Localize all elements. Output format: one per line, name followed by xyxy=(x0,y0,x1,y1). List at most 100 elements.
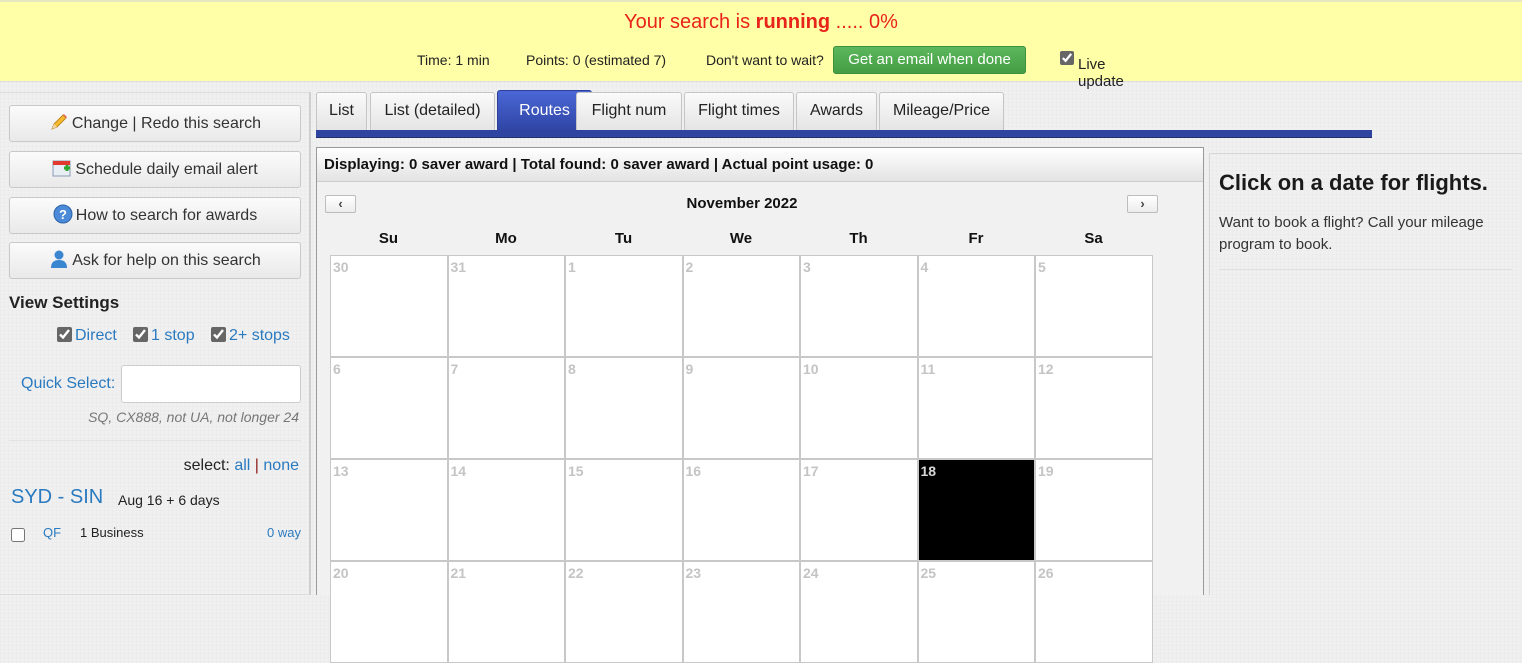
weekday-label: Th xyxy=(849,230,868,247)
calendar-day[interactable]: 7 xyxy=(447,357,565,459)
filter-2-plus-stops[interactable]: 2+ stops xyxy=(211,327,290,345)
calendar-day[interactable]: 20 xyxy=(330,561,448,663)
calendar-day[interactable]: 5 xyxy=(1035,255,1153,357)
status-word: running xyxy=(755,11,831,33)
status-row: Time: 1 min Points: 0 (estimated 7) Don'… xyxy=(0,46,1522,90)
tab-underline-bar xyxy=(316,130,1372,138)
calendar-day[interactable]: 1 xyxy=(565,255,683,357)
airline-link[interactable]: QF xyxy=(43,525,61,540)
cabin-class: 1 Business xyxy=(80,525,144,540)
schedule-email-alert-button[interactable]: Schedule daily email alert xyxy=(9,151,301,188)
email-when-done-button[interactable]: Get an email when done xyxy=(833,46,1026,74)
how-to-search-button[interactable]: ? How to search for awards xyxy=(9,197,301,234)
calendar-day[interactable]: 9 xyxy=(682,357,800,459)
day-number: 9 xyxy=(685,361,694,377)
filter-1-stop[interactable]: 1 stop xyxy=(133,327,195,345)
calendar-day[interactable]: 23 xyxy=(682,561,800,663)
status-progress: ..... 0% xyxy=(830,11,898,33)
calendar-day[interactable]: 13 xyxy=(330,459,448,561)
day-number: 10 xyxy=(803,361,819,377)
chevron-right-icon: › xyxy=(1140,196,1145,211)
calendar-day[interactable]: 2 xyxy=(682,255,800,357)
calendar-day[interactable]: 6 xyxy=(330,357,448,459)
calendar-day[interactable]: 30 xyxy=(330,255,448,357)
calendar-day[interactable]: 25 xyxy=(917,561,1035,663)
sidebar: Change | Redo this search Schedule daily… xyxy=(0,92,311,595)
tab-awards[interactable]: Awards xyxy=(796,92,877,131)
calendar-day[interactable]: 11 xyxy=(917,357,1035,459)
calendar-day[interactable]: 19 xyxy=(1035,459,1153,561)
calendar-day[interactable]: 26 xyxy=(1035,561,1153,663)
day-number: 19 xyxy=(1038,463,1054,479)
info-text: Want to book a flight? Call your mileage… xyxy=(1219,214,1484,253)
divider xyxy=(1219,269,1512,270)
calendar-day[interactable]: 31 xyxy=(447,255,565,357)
live-update-toggle[interactable]: Live update xyxy=(1060,50,1124,90)
day-number: 3 xyxy=(803,259,811,275)
weekday-label: Sa xyxy=(1084,230,1103,247)
user-icon xyxy=(49,247,69,268)
day-number: 31 xyxy=(450,259,467,275)
direct-checkbox[interactable] xyxy=(57,327,72,342)
select-none-link[interactable]: none xyxy=(263,457,299,474)
live-update-label: Live update xyxy=(1078,56,1124,90)
month-title: November 2022 xyxy=(686,195,798,212)
calendar-day[interactable]: 21 xyxy=(447,561,565,663)
day-number: 6 xyxy=(333,361,341,377)
view-settings-heading: View Settings xyxy=(9,293,120,312)
day-number: 13 xyxy=(333,463,349,479)
calendar-day[interactable]: 22 xyxy=(565,561,683,663)
select-label: select: xyxy=(183,457,230,474)
day-number: 2 xyxy=(685,259,694,275)
calendar-day[interactable]: 10 xyxy=(800,357,918,459)
live-update-checkbox[interactable] xyxy=(1060,51,1074,65)
calendar-day[interactable]: 17 xyxy=(800,459,918,561)
calendar-day[interactable]: 18 xyxy=(917,459,1035,561)
quick-select-input[interactable] xyxy=(121,365,301,403)
calendar-day[interactable]: 14 xyxy=(447,459,565,561)
day-number: 12 xyxy=(1038,361,1054,377)
tab-flight-times[interactable]: Flight times xyxy=(684,92,794,131)
tab-list[interactable]: List xyxy=(316,92,367,131)
weekday-label: Su xyxy=(378,230,399,247)
info-panel: Click on a date for flights. Want to boo… xyxy=(1209,153,1522,595)
quick-select-label: Quick Select: xyxy=(21,375,116,392)
flight-checkbox[interactable] xyxy=(11,528,25,542)
day-number: 7 xyxy=(450,361,459,377)
calendar-day[interactable]: 24 xyxy=(800,561,918,663)
day-number: 21 xyxy=(450,565,467,581)
calendar-day[interactable]: 4 xyxy=(917,255,1035,357)
tab-flight-num[interactable]: Flight num xyxy=(576,92,682,131)
calendar-day[interactable]: 15 xyxy=(565,459,683,561)
button-label: How to search for awards xyxy=(75,207,258,224)
next-month-button[interactable]: › xyxy=(1127,195,1158,213)
results-summary: Displaying: 0 saver award | Total found:… xyxy=(317,148,1203,182)
button-label: Change | Redo this search xyxy=(71,115,262,132)
elapsed-time: Time: 1 min xyxy=(417,52,490,68)
two-plus-stops-checkbox[interactable] xyxy=(211,327,226,342)
tab-mileage-price[interactable]: Mileage/Price xyxy=(879,92,1004,131)
filter-label: Direct xyxy=(75,327,117,344)
filter-label: 2+ stops xyxy=(229,327,290,344)
day-number: 15 xyxy=(568,463,584,479)
tab-list-detailed[interactable]: List (detailed) xyxy=(370,92,495,131)
calendar-day[interactable]: 12 xyxy=(1035,357,1153,459)
calendar-day[interactable]: 16 xyxy=(682,459,800,561)
calendar-day[interactable]: 8 xyxy=(565,357,683,459)
calendar-day[interactable]: 3 xyxy=(800,255,918,357)
filter-direct[interactable]: Direct xyxy=(57,327,117,345)
route-title[interactable]: SYD - SIN xyxy=(11,486,103,509)
change-redo-search-button[interactable]: Change | Redo this search xyxy=(9,105,301,142)
day-number: 1 xyxy=(568,259,576,275)
status-prefix: Your search is xyxy=(624,11,756,33)
weekday-label: Mo xyxy=(495,230,517,247)
ask-for-help-button[interactable]: Ask for help on this search xyxy=(9,242,301,279)
day-number: 4 xyxy=(920,259,929,275)
day-number: 11 xyxy=(920,361,936,377)
way-link[interactable]: 0 way xyxy=(267,525,301,540)
one-stop-checkbox[interactable] xyxy=(133,327,148,342)
select-all-link[interactable]: all xyxy=(234,457,250,474)
search-status-title: Your search is running ..... 0% xyxy=(0,11,1522,34)
pencil-icon xyxy=(49,110,69,130)
filter-label: 1 stop xyxy=(151,327,195,344)
